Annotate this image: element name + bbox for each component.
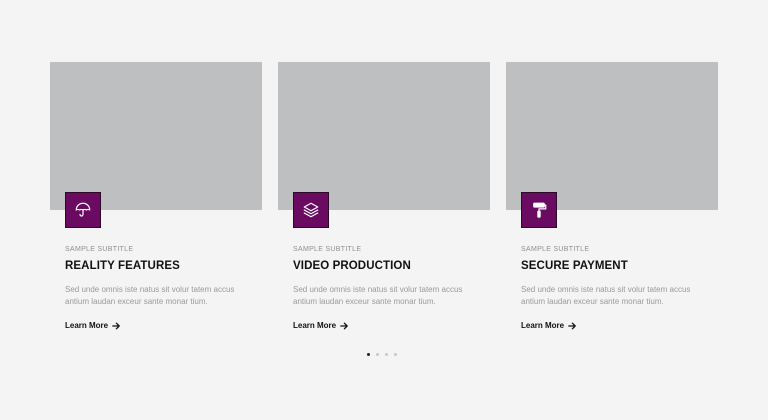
carousel-dot-3[interactable]	[385, 353, 388, 356]
card-icon-box	[65, 192, 101, 228]
service-card: SAMPLE SUBTITLE REALITY FEATURES Sed und…	[50, 62, 262, 330]
service-card: SAMPLE SUBTITLE VIDEO PRODUCTION Sed und…	[278, 62, 490, 330]
card-subtitle: SAMPLE SUBTITLE	[521, 246, 590, 253]
arrow-right-icon	[112, 322, 120, 329]
card-title: REALITY FEATURES	[65, 260, 180, 272]
layers-icon	[303, 202, 319, 218]
card-description: Sed unde omnis iste natus sit volur tate…	[293, 285, 463, 306]
card-title: VIDEO PRODUCTION	[293, 260, 411, 272]
learn-more-link[interactable]: Learn More	[521, 321, 576, 330]
learn-more-link[interactable]: Learn More	[65, 321, 120, 330]
card-title: SECURE PAYMENT	[521, 260, 628, 272]
paint-roller-icon	[533, 202, 547, 218]
learn-more-label: Learn More	[65, 321, 109, 330]
carousel-dot-1[interactable]	[367, 353, 370, 356]
card-image-placeholder	[506, 62, 718, 210]
card-image-placeholder	[50, 62, 262, 210]
umbrella-icon	[75, 202, 91, 217]
carousel-dot-4[interactable]	[394, 353, 397, 356]
card-description: Sed unde omnis iste natus sit volur tate…	[521, 285, 691, 306]
learn-more-label: Learn More	[293, 321, 337, 330]
carousel-dot-2[interactable]	[376, 353, 379, 356]
card-subtitle: SAMPLE SUBTITLE	[293, 246, 362, 253]
card-icon-box	[521, 192, 557, 228]
card-image-placeholder	[278, 62, 490, 210]
arrow-right-icon	[568, 322, 576, 329]
card-icon-box	[293, 192, 329, 228]
card-description: Sed unde omnis iste natus sit volur tate…	[65, 285, 235, 306]
carousel-pagination	[367, 353, 397, 356]
learn-more-link[interactable]: Learn More	[293, 321, 348, 330]
learn-more-label: Learn More	[521, 321, 565, 330]
service-card: SAMPLE SUBTITLE SECURE PAYMENT Sed unde …	[506, 62, 718, 330]
card-subtitle: SAMPLE SUBTITLE	[65, 246, 134, 253]
arrow-right-icon	[340, 322, 348, 329]
